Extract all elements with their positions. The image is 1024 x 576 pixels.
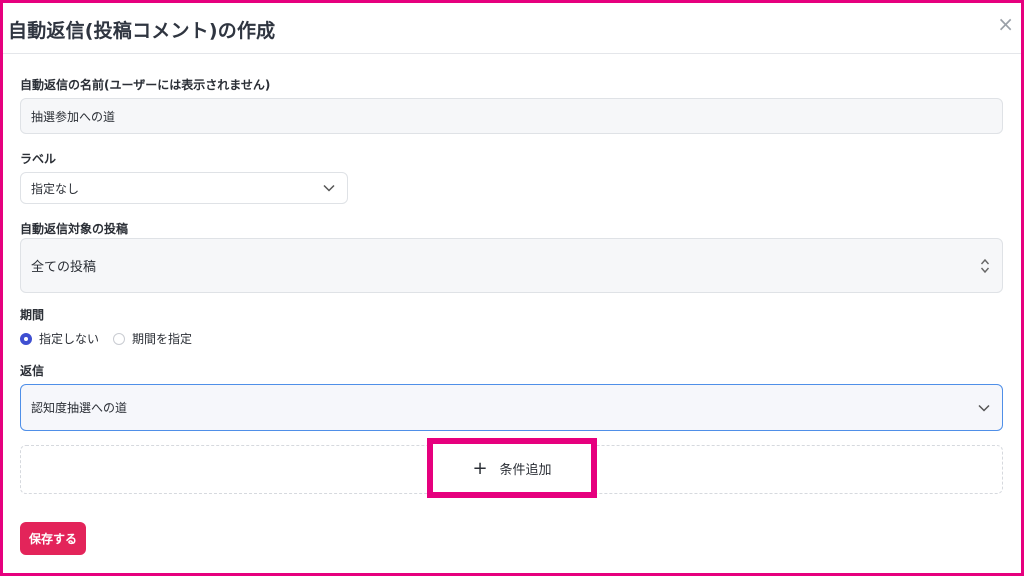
add-condition-label: 条件追加 [499, 462, 552, 478]
radio-unselected-icon[interactable] [113, 332, 126, 345]
reply-select[interactable]: 認知度抽選への道 [20, 384, 1003, 431]
label-select[interactable]: 指定なし [20, 172, 348, 204]
period-option-none-label: 指定しない [39, 332, 100, 346]
chevron-down-icon [978, 404, 990, 412]
name-label: 自動返信の名前(ユーザーには表示されません) [20, 78, 271, 92]
label-field-label: ラベル [20, 152, 57, 166]
radio-selected-icon[interactable] [20, 332, 32, 345]
label-select-value: 指定なし [31, 181, 80, 196]
period-option-specify[interactable]: 期間を指定 [113, 330, 192, 347]
target-post-value: 全ての投稿 [31, 260, 97, 275]
chevron-down-icon [323, 184, 335, 192]
period-option-none[interactable]: 指定しない [20, 330, 99, 347]
target-post-label: 自動返信対象の投稿 [20, 222, 129, 236]
period-radio-group: 指定しない 期間を指定 [20, 330, 206, 347]
up-down-chevron-icon [980, 258, 990, 273]
target-post-select[interactable]: 全ての投稿 [20, 238, 1003, 293]
add-condition-button[interactable]: + 条件追加 [427, 438, 597, 498]
close-icon[interactable]: × [997, 14, 1014, 34]
plus-icon: + [472, 457, 488, 479]
name-input-box[interactable] [20, 98, 1003, 134]
save-button[interactable]: 保存する [20, 522, 86, 555]
modal-title: 自動返信(投稿コメント)の作成 [8, 20, 276, 42]
reply-select-value: 認知度抽選への道 [31, 401, 128, 415]
name-input[interactable] [31, 109, 1002, 123]
modal-header: 自動返信(投稿コメント)の作成 × [0, 0, 1024, 54]
reply-label: 返信 [20, 364, 45, 378]
period-option-specify-label: 期間を指定 [132, 332, 193, 346]
period-label: 期間 [20, 308, 45, 322]
